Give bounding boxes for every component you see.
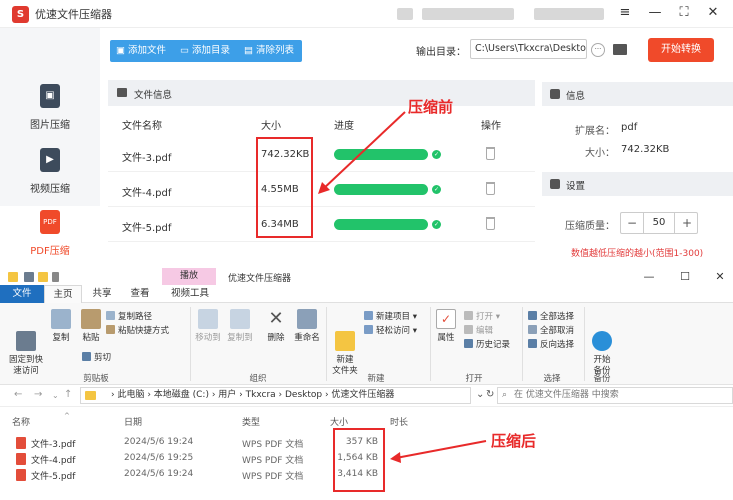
compressor-app-window: S 优速文件压缩器 ≡ — ⛶ ✕ ▣ 图片压缩 ▶ 视频压缩 PDF PDF压… [0, 0, 733, 268]
before-arrow [318, 111, 406, 194]
file-explorer-window: 播放 优速文件压缩器 — ☐ ✕ 文件 主页 共享 查看 视频工具 固定到快 速… [0, 268, 733, 500]
after-arrow [390, 440, 487, 463]
